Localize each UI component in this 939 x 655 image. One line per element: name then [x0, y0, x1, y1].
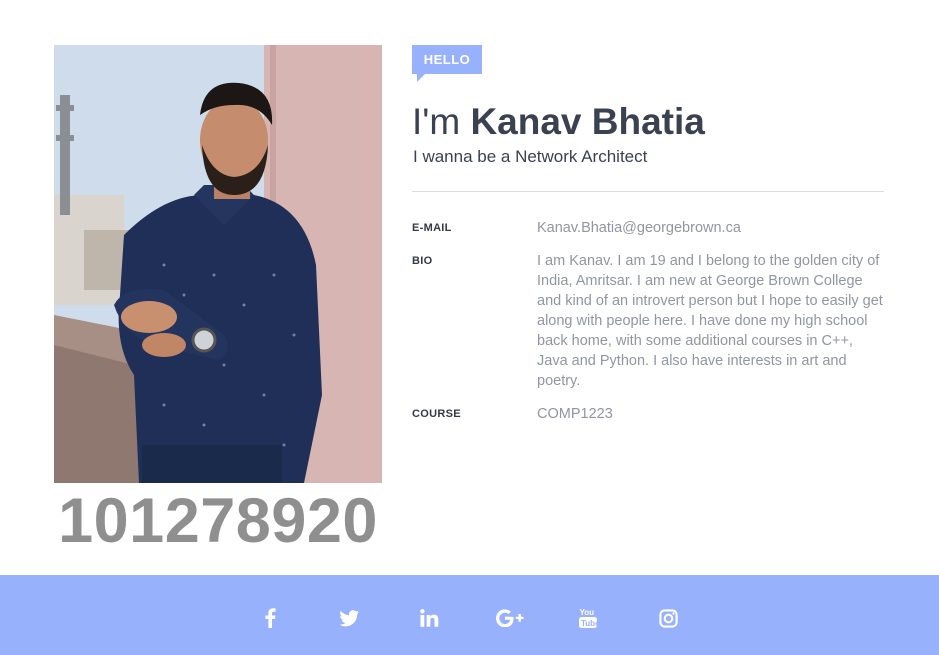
divider — [412, 191, 884, 192]
course-value: COMP1223 — [537, 406, 613, 422]
greeting-text: I'm — [412, 101, 461, 142]
profile-photo — [54, 45, 382, 483]
youtube-icon[interactable]: You Tube — [574, 605, 602, 631]
linkedin-icon[interactable] — [415, 605, 443, 631]
bio-value: I am Kanav. I am 19 and I belong to the … — [537, 253, 883, 389]
person-name: Kanav Bhatia — [470, 101, 705, 142]
twitter-icon[interactable] — [335, 605, 363, 631]
email-value[interactable]: Kanav.Bhatia@georgebrown.ca — [537, 218, 887, 238]
google-plus-icon[interactable] — [494, 605, 526, 631]
facebook-icon[interactable] — [256, 605, 284, 631]
bio-label: BIO — [412, 255, 433, 267]
course-label: COURSE — [412, 408, 461, 420]
page-title: I'm Kanav Bhatia — [412, 100, 705, 144]
svg-text:Tube: Tube — [581, 619, 597, 628]
tagline: I wanna be a Network Architect — [413, 147, 648, 166]
instagram-icon[interactable] — [654, 605, 682, 631]
hello-badge-tail — [417, 74, 425, 82]
footer — [0, 575, 939, 655]
hello-badge: HELLO — [412, 45, 482, 74]
student-id: 101278920 — [58, 486, 378, 556]
email-label: E-MAIL — [412, 222, 452, 234]
svg-text:You: You — [580, 608, 595, 617]
